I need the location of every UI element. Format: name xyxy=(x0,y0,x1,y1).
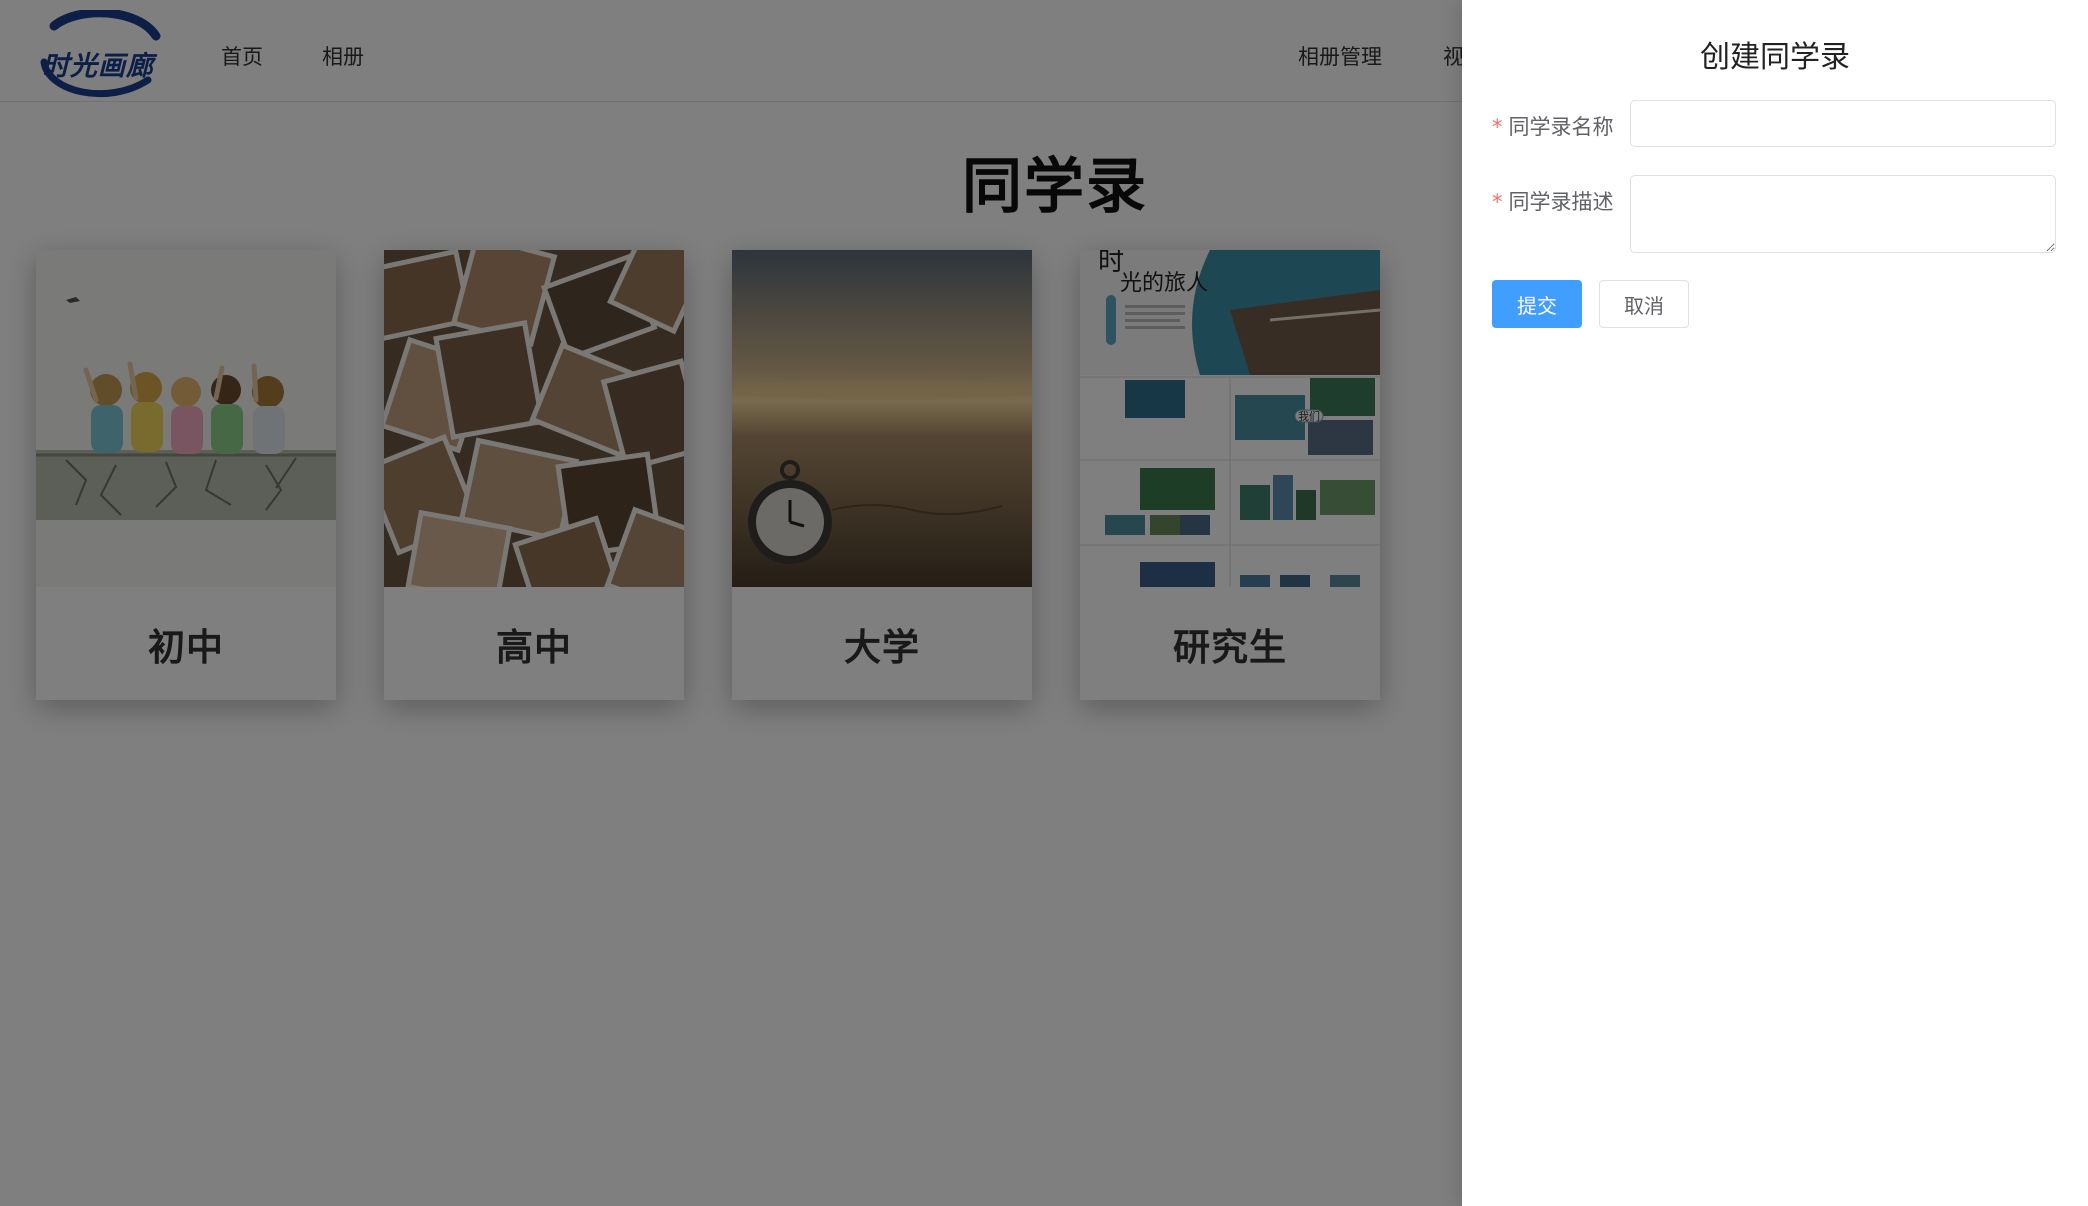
description-textarea[interactable] xyxy=(1630,175,2056,253)
description-label-text: 同学录描述 xyxy=(1508,190,1614,214)
name-input[interactable] xyxy=(1630,100,2056,147)
page: 时光画廊 首页 相册 相册管理 视 同学录 初中 xyxy=(0,0,2088,1206)
submit-button[interactable]: 提交 xyxy=(1492,280,1582,328)
name-field-label: * 同学录名称 xyxy=(1492,111,1642,141)
cancel-button[interactable]: 取消 xyxy=(1599,280,1689,328)
name-label-text: 同学录名称 xyxy=(1508,115,1614,139)
required-mark: * xyxy=(1492,115,1503,139)
required-mark: * xyxy=(1492,190,1503,214)
modal-overlay[interactable] xyxy=(0,0,1462,1206)
create-class-book-drawer: 创建同学录 * 同学录名称 * 同学录描述 提交 取消 xyxy=(1462,0,2088,1206)
description-field-label: * 同学录描述 xyxy=(1492,186,1642,216)
drawer-title: 创建同学录 xyxy=(1700,40,1850,75)
